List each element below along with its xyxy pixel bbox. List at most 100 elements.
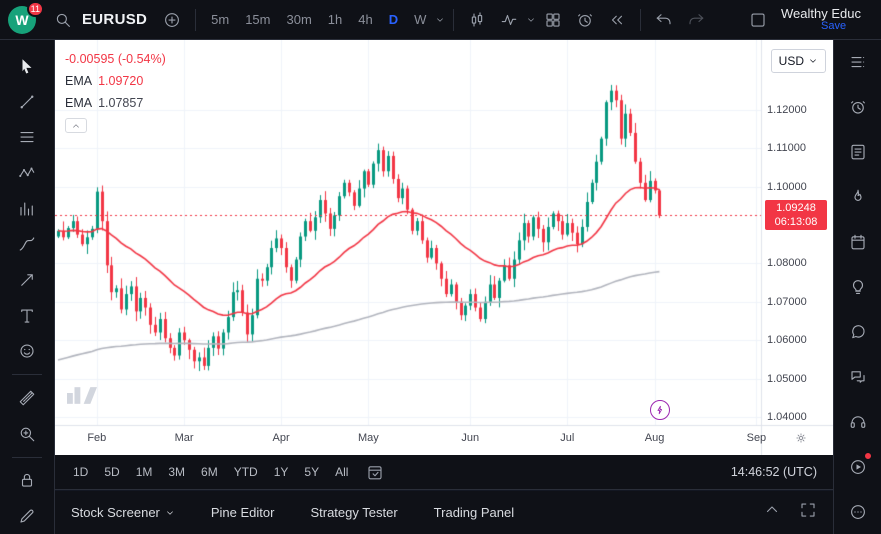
- forecast-tool-icon[interactable]: [0, 191, 55, 227]
- emoji-tool-icon[interactable]: [0, 334, 55, 370]
- chart-style-icon[interactable]: [462, 7, 492, 33]
- tutorials-notification-dot: [864, 452, 872, 460]
- news-icon[interactable]: [834, 130, 881, 175]
- currency-dropdown[interactable]: USD: [771, 49, 826, 73]
- range-1m[interactable]: 1M: [128, 455, 161, 490]
- rail-divider: [12, 374, 42, 375]
- undo-icon[interactable]: [649, 7, 679, 33]
- axis-settings-gear-icon[interactable]: [795, 431, 807, 449]
- lock-drawings-icon[interactable]: [0, 463, 55, 499]
- legend-collapse-button[interactable]: [65, 118, 87, 133]
- range-6m[interactable]: 6M: [193, 455, 226, 490]
- toolbar-separator: [195, 9, 196, 31]
- tab-stock-screener[interactable]: Stock Screener: [71, 505, 175, 520]
- bar-countdown: 06:13:08: [767, 215, 825, 229]
- tradingview-watermark-logo: [67, 387, 97, 409]
- timeframe-5m[interactable]: 5m: [204, 0, 236, 40]
- tab-trading-panel[interactable]: Trading Panel: [434, 505, 514, 520]
- chart-legend: -0.00595 (-0.54%) EMA1.09720 EMA1.07857: [65, 52, 166, 133]
- alert-icon[interactable]: [570, 7, 600, 33]
- quick-action-flash-icon[interactable]: [650, 400, 670, 420]
- tab-pine-editor[interactable]: Pine Editor: [211, 505, 275, 520]
- price-axis-label: 1.04000: [767, 411, 807, 423]
- last-price-value: 1.09248: [767, 201, 825, 215]
- arrow-marker-tool-icon[interactable]: [0, 262, 55, 298]
- timeframe-1d[interactable]: D: [382, 0, 405, 40]
- zoom-tool-icon[interactable]: [0, 416, 55, 452]
- pattern-tool-icon[interactable]: [0, 155, 55, 191]
- price-axis-label: 1.08000: [767, 257, 807, 269]
- timeframe-15m[interactable]: 15m: [238, 0, 277, 40]
- server-clock[interactable]: 14:46:52 (UTC): [731, 465, 823, 479]
- brush-tool-icon[interactable]: [0, 226, 55, 262]
- timeframe-1w[interactable]: W: [407, 0, 433, 40]
- goto-date-icon[interactable]: [366, 463, 384, 481]
- indicators-menu-caret-icon[interactable]: [526, 15, 536, 25]
- last-price-badge: 1.09248 06:13:08: [765, 200, 827, 230]
- panel-maximize-icon[interactable]: [799, 501, 817, 524]
- calendar-icon[interactable]: [834, 220, 881, 265]
- support-icon[interactable]: [834, 399, 881, 444]
- toolbar-separator: [640, 9, 641, 31]
- range-all[interactable]: All: [327, 455, 356, 490]
- symbol-change: -0.00595 (-0.54%): [65, 52, 166, 66]
- ideas-icon[interactable]: [834, 265, 881, 310]
- tab-strategy-tester[interactable]: Strategy Tester: [310, 505, 397, 520]
- text-tool-icon[interactable]: [0, 298, 55, 334]
- range-5d[interactable]: 5D: [96, 455, 127, 490]
- chat-icon[interactable]: [834, 309, 881, 354]
- measure-tool-icon[interactable]: [0, 380, 55, 416]
- cursor-tool-icon[interactable]: [0, 48, 55, 84]
- rail-divider: [12, 457, 42, 458]
- date-range-toolbar: 1D 5D 1M 3M 6M YTD 1Y 5Y All 14:46:52 (U…: [55, 455, 833, 490]
- right-sidebar: [833, 40, 881, 534]
- search-icon[interactable]: [48, 7, 78, 33]
- trading-platform: W 11 EURUSD 5m 15m 30m 1h 4h D W: [0, 0, 881, 534]
- range-1d[interactable]: 1D: [65, 455, 96, 490]
- hotlist-icon[interactable]: [834, 175, 881, 220]
- price-axis-label: 1.05000: [767, 373, 807, 385]
- trend-line-tool-icon[interactable]: [0, 84, 55, 120]
- replay-icon[interactable]: [602, 7, 632, 33]
- ema-slow-legend[interactable]: EMA1.07857: [65, 96, 166, 110]
- range-ytd[interactable]: YTD: [226, 455, 266, 490]
- time-axis-label: Feb: [87, 432, 106, 444]
- fib-retracement-tool-icon[interactable]: [0, 119, 55, 155]
- more-icon[interactable]: [834, 489, 881, 534]
- timeframe-menu-caret-icon[interactable]: [435, 15, 445, 25]
- range-1y[interactable]: 1Y: [266, 455, 297, 490]
- price-axis-label: 1.11000: [767, 142, 806, 154]
- time-axis-label: May: [358, 432, 379, 444]
- edit-tool-icon[interactable]: [0, 498, 55, 534]
- compare-add-icon[interactable]: [157, 7, 187, 33]
- layout-name[interactable]: Wealthy Educ: [781, 7, 873, 20]
- drawing-toolbar: [0, 40, 55, 534]
- tutorials-icon[interactable]: [834, 444, 881, 489]
- symbol-name[interactable]: EURUSD: [80, 11, 155, 28]
- panel-expand-up-icon[interactable]: [763, 501, 781, 524]
- top-toolbar: W 11 EURUSD 5m 15m 30m 1h 4h D W: [0, 0, 881, 40]
- ema-fast-legend[interactable]: EMA1.09720: [65, 74, 166, 88]
- layout-name-block[interactable]: Wealthy Educ Save: [781, 7, 873, 33]
- redo-icon[interactable]: [681, 7, 711, 33]
- chart-area[interactable]: -0.00595 (-0.54%) EMA1.09720 EMA1.07857 …: [55, 40, 833, 455]
- watchlist-icon[interactable]: [834, 40, 881, 85]
- timeframe-30m[interactable]: 30m: [280, 0, 319, 40]
- range-3m[interactable]: 3M: [160, 455, 193, 490]
- price-axis-label: 1.12000: [767, 104, 807, 116]
- toolbar-separator: [453, 9, 454, 31]
- save-layout-icon[interactable]: [743, 7, 773, 33]
- time-axis-label: Jun: [461, 432, 479, 444]
- layout-grid-icon[interactable]: [538, 7, 568, 33]
- save-button[interactable]: Save: [821, 20, 873, 33]
- time-axis-label: Apr: [273, 432, 290, 444]
- user-avatar[interactable]: W 11: [8, 5, 40, 35]
- indicators-icon[interactable]: [494, 7, 524, 33]
- timeframe-1h[interactable]: 1h: [321, 0, 349, 40]
- alerts-icon[interactable]: [834, 85, 881, 130]
- price-chart-canvas[interactable]: [55, 40, 833, 455]
- range-5y[interactable]: 5Y: [296, 455, 327, 490]
- price-axis-label: 1.07000: [767, 296, 807, 308]
- timeframe-4h[interactable]: 4h: [351, 0, 379, 40]
- conversations-icon[interactable]: [834, 354, 881, 399]
